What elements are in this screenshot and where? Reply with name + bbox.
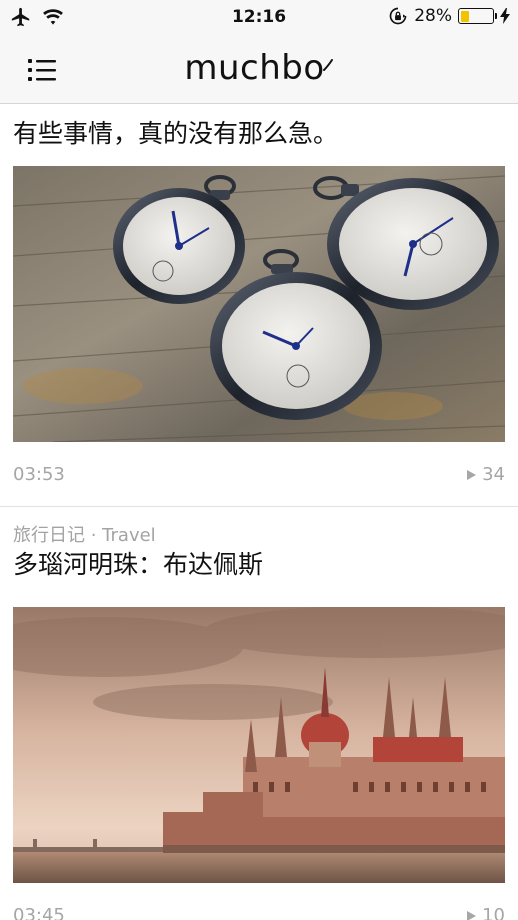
play-icon <box>467 910 477 920</box>
logo-text: muchbo <box>184 48 325 88</box>
card-category[interactable]: 旅行日记 · Travel <box>13 507 505 547</box>
status-bar: 12:16 28% <box>0 0 518 36</box>
card-image-pocket-watches[interactable] <box>13 166 505 442</box>
card-title[interactable]: 有些事情，真的没有那么急。 <box>13 104 505 166</box>
card-meta: 03:53 34 <box>13 442 505 506</box>
video-duration: 03:45 <box>13 905 65 920</box>
orientation-lock-icon <box>389 7 407 25</box>
feed-card[interactable]: 有些事情，真的没有那么急。 03:53 34 <box>0 104 518 506</box>
status-right: 28% <box>388 6 510 26</box>
battery-icon <box>458 8 497 24</box>
card-image-budapest-parliament[interactable] <box>13 607 505 883</box>
play-icon <box>467 469 477 480</box>
logo-sparkle-icon <box>322 59 333 71</box>
card-title[interactable]: 多瑙河明珠：布达佩斯 <box>13 547 505 607</box>
battery-level-fill <box>460 10 470 22</box>
video-duration: 03:53 <box>13 464 65 485</box>
battery-percentage: 28% <box>414 6 452 26</box>
view-count: 10 <box>467 905 505 920</box>
view-count-value: 34 <box>482 464 505 485</box>
feed-list[interactable]: 有些事情，真的没有那么急。 03:53 34 旅行日记 · Travel 多瑙河… <box>0 104 518 920</box>
charging-bolt-icon <box>500 8 510 24</box>
nav-bar: muchbo <box>0 36 518 104</box>
view-count: 34 <box>467 464 505 485</box>
view-count-value: 10 <box>482 905 505 920</box>
feed-card[interactable]: 旅行日记 · Travel 多瑙河明珠：布达佩斯 03:45 10 <box>0 507 518 920</box>
card-meta: 03:45 10 <box>13 883 505 920</box>
app-logo: muchbo <box>0 48 518 88</box>
